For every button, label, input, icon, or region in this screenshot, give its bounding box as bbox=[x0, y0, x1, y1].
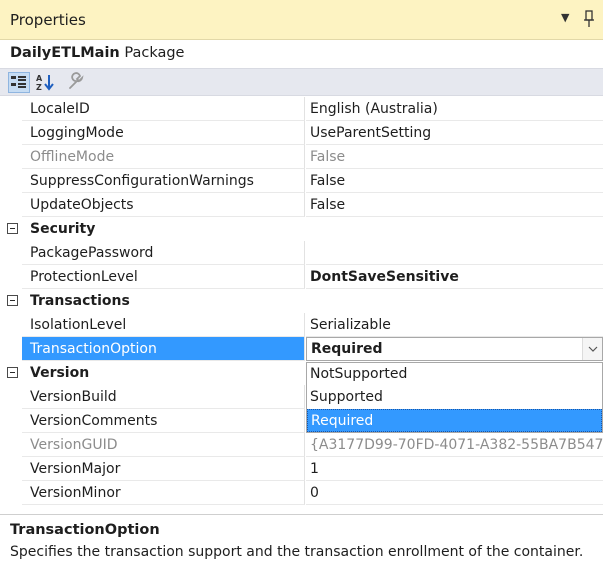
property-row-versionguid[interactable]: VersionGUID {A3177D99-70FD-4071-A382-55B… bbox=[0, 433, 603, 457]
dropdown-button[interactable] bbox=[582, 338, 602, 360]
window-title: Properties bbox=[10, 11, 86, 29]
property-name: PackagePassword bbox=[22, 241, 305, 265]
property-name: LocaleID bbox=[22, 97, 305, 121]
property-name: TransactionOption bbox=[22, 337, 305, 361]
property-value[interactable]: False bbox=[306, 193, 603, 217]
pin-icon[interactable] bbox=[582, 9, 596, 29]
dropdown-option-supported[interactable]: Supported bbox=[307, 386, 602, 409]
property-row-localeid[interactable]: LocaleID English (Australia) bbox=[0, 97, 603, 121]
property-name: VersionMajor bbox=[22, 457, 305, 481]
property-name: LoggingMode bbox=[22, 121, 305, 145]
property-value[interactable]: 1 bbox=[306, 457, 603, 481]
property-row-offlinemode[interactable]: OfflineMode False bbox=[0, 145, 603, 169]
property-name: OfflineMode bbox=[22, 145, 305, 169]
property-pages-icon bbox=[69, 72, 84, 89]
description-text: Specifies the transaction support and th… bbox=[10, 544, 584, 560]
transactionoption-dropdown-list: NotSupported Supported Required bbox=[306, 362, 603, 433]
object-type: Package bbox=[124, 45, 185, 61]
svg-text:A: A bbox=[36, 74, 43, 83]
property-row-packagepassword[interactable]: PackagePassword bbox=[0, 241, 603, 265]
property-row-isolationlevel[interactable]: IsolationLevel Serializable bbox=[0, 313, 603, 337]
property-value[interactable] bbox=[306, 241, 603, 265]
property-pages-button[interactable] bbox=[66, 72, 88, 93]
properties-toolbar: A Z bbox=[0, 68, 603, 96]
property-value[interactable]: DontSaveSensitive bbox=[306, 265, 603, 289]
property-value[interactable]: 0 bbox=[306, 481, 603, 505]
property-row-versionmajor[interactable]: VersionMajor 1 bbox=[0, 457, 603, 481]
object-name: DailyETLMain Package bbox=[10, 45, 184, 61]
property-value[interactable]: English (Australia) bbox=[306, 97, 603, 121]
property-name: IsolationLevel bbox=[22, 313, 305, 337]
collapse-icon[interactable] bbox=[7, 223, 18, 234]
object-selector[interactable]: DailyETLMain Package bbox=[0, 40, 603, 68]
property-name: VersionComments bbox=[22, 409, 305, 433]
property-name: VersionGUID bbox=[22, 433, 305, 457]
property-name: VersionMinor bbox=[22, 481, 305, 505]
property-grid: LocaleID English (Australia) LoggingMode… bbox=[0, 97, 603, 514]
property-value[interactable]: UseParentSetting bbox=[306, 121, 603, 145]
collapse-icon[interactable] bbox=[7, 295, 18, 306]
object-name-bold: DailyETLMain bbox=[10, 45, 120, 61]
category-label: Transactions bbox=[30, 293, 130, 309]
property-value: {A3177D99-70FD-4071-A382-55BA7B547 bbox=[306, 433, 603, 457]
property-name: VersionBuild bbox=[22, 385, 305, 409]
description-title: TransactionOption bbox=[10, 522, 160, 538]
property-value[interactable]: Serializable bbox=[306, 313, 603, 337]
transactionoption-combobox[interactable]: Required bbox=[306, 337, 603, 361]
property-name: ProtectionLevel bbox=[22, 265, 305, 289]
property-value[interactable]: False bbox=[306, 169, 603, 193]
property-row-suppress-config-warnings[interactable]: SuppressConfigurationWarnings False bbox=[0, 169, 603, 193]
properties-title-bar: Properties ▼ bbox=[0, 0, 603, 40]
alphabetical-button[interactable]: A Z bbox=[35, 72, 57, 93]
collapse-icon[interactable] bbox=[7, 367, 18, 378]
category-transactions: Transactions bbox=[0, 289, 603, 313]
combobox-value: Required bbox=[311, 341, 383, 357]
categorized-icon bbox=[11, 76, 26, 88]
triangle-down-icon[interactable]: ▼ bbox=[561, 11, 569, 24]
property-name: UpdateObjects bbox=[22, 193, 305, 217]
chevron-down-icon bbox=[588, 346, 598, 352]
category-security: Security bbox=[0, 217, 603, 241]
property-row-loggingmode[interactable]: LoggingMode UseParentSetting bbox=[0, 121, 603, 145]
category-label: Version bbox=[30, 365, 90, 381]
svg-text:Z: Z bbox=[36, 83, 42, 91]
dropdown-option-notsupported[interactable]: NotSupported bbox=[307, 363, 602, 386]
property-value: False bbox=[306, 145, 603, 169]
property-name: SuppressConfigurationWarnings bbox=[22, 169, 305, 193]
dropdown-option-required[interactable]: Required bbox=[307, 409, 602, 432]
property-row-versionminor[interactable]: VersionMinor 0 bbox=[0, 481, 603, 505]
alphabetical-icon: A Z bbox=[36, 74, 54, 92]
property-row-updateobjects[interactable]: UpdateObjects False bbox=[0, 193, 603, 217]
property-row-protectionlevel[interactable]: ProtectionLevel DontSaveSensitive bbox=[0, 265, 603, 289]
category-label: Security bbox=[30, 221, 96, 237]
categorized-button[interactable] bbox=[8, 72, 30, 93]
description-pane: TransactionOption Specifies the transact… bbox=[0, 514, 603, 564]
